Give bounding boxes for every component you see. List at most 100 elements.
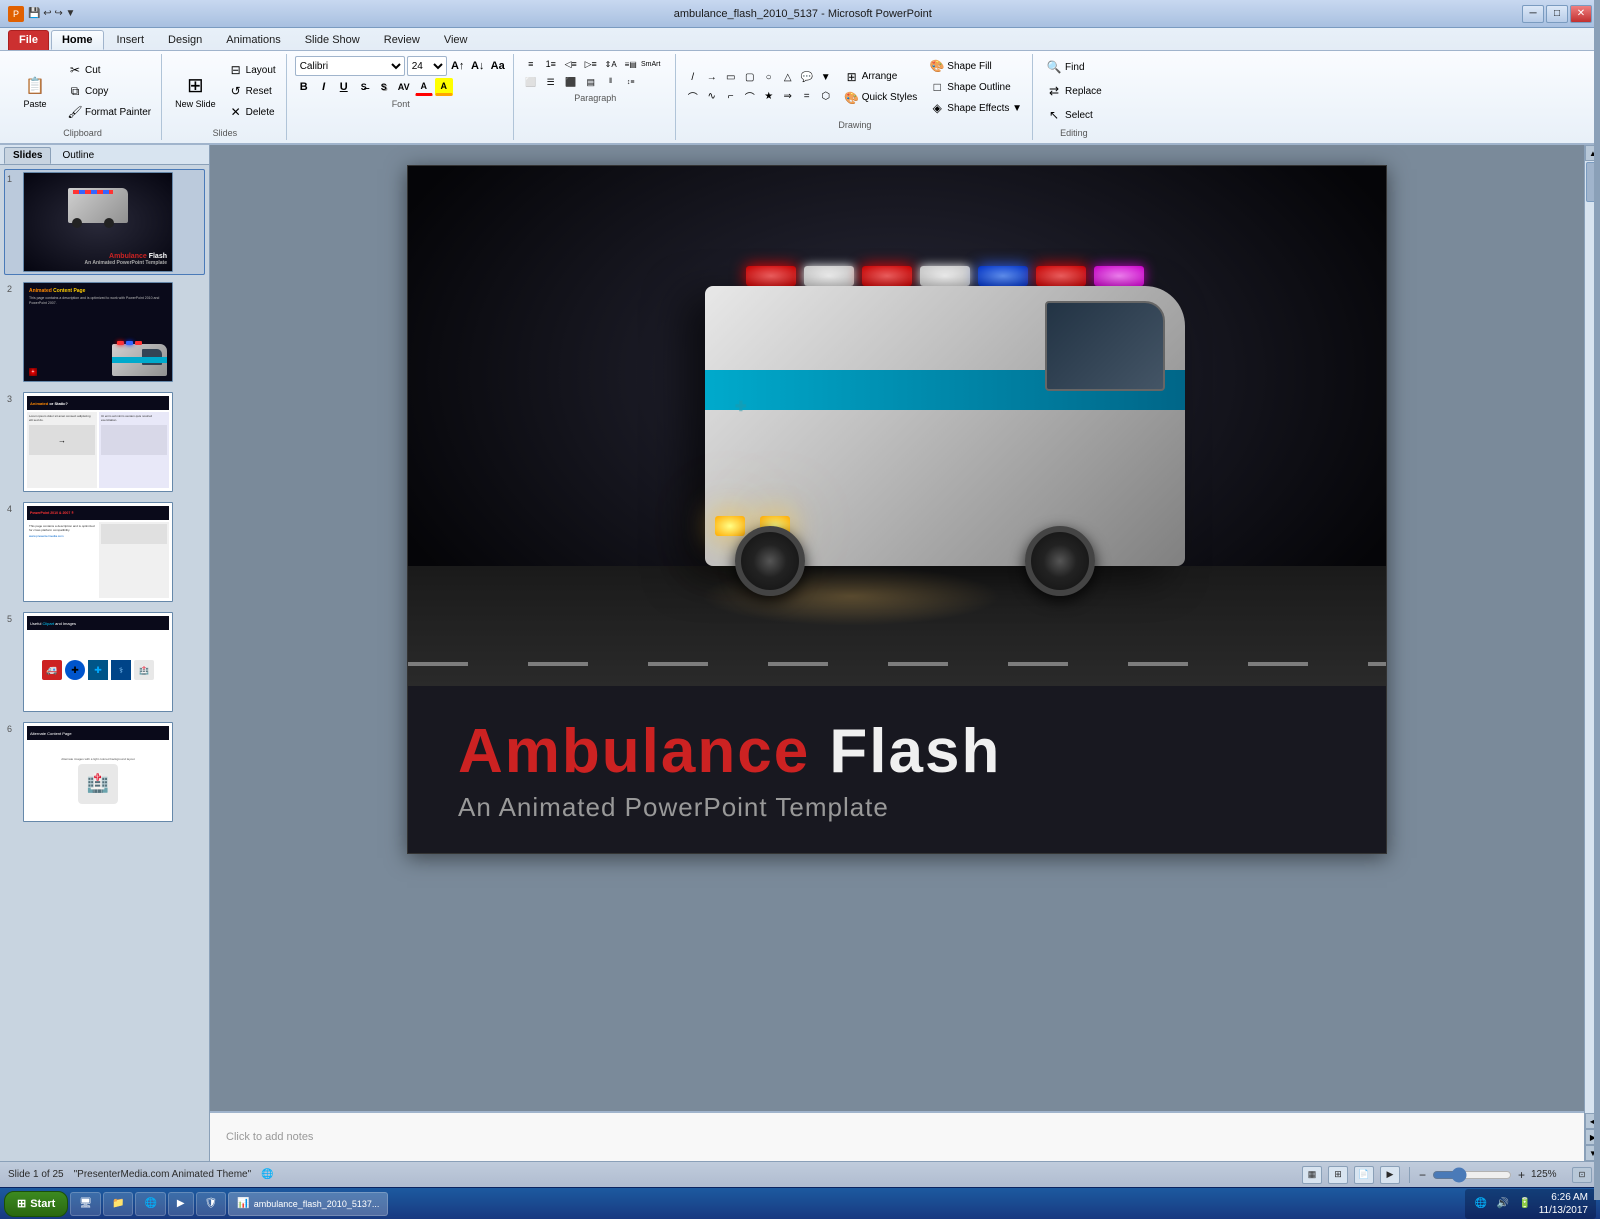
- notes-area[interactable]: Click to add notes: [210, 1111, 1584, 1161]
- layout-button[interactable]: ⊟ Layout: [224, 60, 280, 80]
- justify-button[interactable]: ▤: [582, 74, 600, 90]
- tab-outline[interactable]: Outline: [53, 147, 103, 164]
- align-left-button[interactable]: ⬜: [522, 74, 540, 90]
- tab-review[interactable]: Review: [373, 30, 431, 50]
- text-direction-button[interactable]: ⇕A: [602, 56, 620, 72]
- quick-styles-button[interactable]: 🎨 Quick Styles: [840, 88, 922, 108]
- select-button[interactable]: ↖ Select: [1041, 104, 1107, 126]
- taskbar-explorer[interactable]: 📁: [103, 1192, 133, 1216]
- zoom-slider[interactable]: [1432, 1168, 1512, 1182]
- font-size-select[interactable]: 24: [407, 56, 447, 76]
- tab-animations[interactable]: Animations: [215, 30, 291, 50]
- start-button[interactable]: ⊞ Start: [4, 1191, 68, 1217]
- smartart-button[interactable]: SmArt: [642, 56, 660, 72]
- tab-home[interactable]: Home: [51, 30, 104, 50]
- block-arrow[interactable]: ⇒: [779, 88, 797, 106]
- slide-item-5[interactable]: 5 Useful Clipart and Images 🚑 ✚ ✚ ⚕ 🏥: [4, 609, 205, 715]
- line-shape[interactable]: /: [684, 69, 702, 87]
- align-center-button[interactable]: ☰: [542, 74, 560, 90]
- star-shape[interactable]: ★: [760, 88, 778, 106]
- slide-item-3[interactable]: 3 Animated or Static? Lorem ipsum dolor …: [4, 389, 205, 495]
- more-shapes[interactable]: ▼: [817, 69, 835, 87]
- taskbar-powerpoint[interactable]: 📊 ambulance_flash_2010_5137...: [228, 1192, 388, 1216]
- thumb6-header: Alternate Content Page: [27, 726, 169, 740]
- arrange-button[interactable]: ⊞ Arrange: [840, 67, 922, 87]
- shape-fill-button[interactable]: 🎨 Shape Fill: [925, 56, 1026, 76]
- taskbar-security[interactable]: 🛡: [196, 1192, 227, 1216]
- replace-button[interactable]: ⇄ Replace: [1041, 80, 1107, 102]
- copy-button[interactable]: ⧉ Copy: [63, 81, 155, 101]
- view-sorter-button[interactable]: ⊞: [1328, 1166, 1348, 1184]
- view-slideshow-button[interactable]: ▶: [1380, 1166, 1400, 1184]
- slide-thumb-4: PowerPoint 2010 & 2007 ® This page conta…: [23, 502, 173, 602]
- taskbar-show-desktop[interactable]: 🖥: [70, 1192, 101, 1216]
- tab-slideshow[interactable]: Slide Show: [294, 30, 371, 50]
- highlight-button[interactable]: A: [435, 78, 453, 96]
- light-white-2: [920, 266, 970, 286]
- connector-shape[interactable]: ⌐: [722, 88, 740, 106]
- taskbar-mediaplayer[interactable]: ▶: [168, 1192, 194, 1216]
- underline-button[interactable]: U: [335, 78, 353, 96]
- font-name-select[interactable]: Calibri: [295, 56, 405, 76]
- rect-shape[interactable]: ▭: [722, 69, 740, 87]
- tab-design[interactable]: Design: [157, 30, 213, 50]
- slide-item-1[interactable]: 1 Ambulance Flash An Animated PowerPoint…: [4, 169, 205, 275]
- shape-effects-button[interactable]: ◈ Shape Effects ▼: [925, 98, 1026, 118]
- curve-shape[interactable]: ∿: [703, 88, 721, 106]
- maximize-button[interactable]: □: [1546, 5, 1568, 23]
- view-normal-button[interactable]: ▦: [1302, 1166, 1322, 1184]
- line-spacing-button[interactable]: ↕≡: [622, 74, 640, 90]
- shape-outline-button[interactable]: □ Shape Outline: [925, 77, 1026, 97]
- taskbar-chrome[interactable]: 🌐: [135, 1192, 165, 1216]
- slides-buttons: ⊞ New Slide ⊟ Layout ↺ Reset ✕ Delete: [170, 56, 280, 126]
- format-painter-button[interactable]: 🖌 Format Painter: [63, 102, 155, 122]
- tab-insert[interactable]: Insert: [106, 30, 156, 50]
- paragraph-row-2: ⬜ ☰ ⬛ ▤ ⫴ ↕≡: [522, 74, 669, 90]
- slide-item-2[interactable]: 2 Animated Content Page This page contai…: [4, 279, 205, 385]
- paste-button[interactable]: 📋 Paste: [10, 71, 60, 112]
- increase-indent-button[interactable]: ▷≡: [582, 56, 600, 72]
- bold-button[interactable]: B: [295, 78, 313, 96]
- char-spacing-button[interactable]: AV: [395, 78, 413, 96]
- qat-save[interactable]: 💾 ↩ ↪ ▼: [28, 8, 75, 19]
- view-reading-button[interactable]: 📄: [1354, 1166, 1374, 1184]
- decrease-indent-button[interactable]: ◁≡: [562, 56, 580, 72]
- bullets-button[interactable]: ≡: [522, 56, 540, 72]
- slide-item-4[interactable]: 4 PowerPoint 2010 & 2007 ® This page con…: [4, 499, 205, 605]
- tab-view[interactable]: View: [433, 30, 479, 50]
- arrow-shape[interactable]: →: [703, 69, 721, 87]
- bend-connector[interactable]: ⌒: [741, 88, 759, 106]
- align-text-button[interactable]: ≡▤: [622, 56, 640, 72]
- italic-button[interactable]: I: [315, 78, 333, 96]
- font-color-button[interactable]: A: [415, 78, 433, 96]
- delete-button[interactable]: ✕ Delete: [224, 102, 280, 122]
- strikethrough-button[interactable]: S̶: [355, 78, 373, 96]
- decrease-font-button[interactable]: A↓: [469, 57, 487, 75]
- col-button[interactable]: ⫴: [602, 74, 620, 90]
- zoom-plus-button[interactable]: +: [1518, 1168, 1525, 1182]
- oval-shape[interactable]: ○: [760, 69, 778, 87]
- triangle-shape[interactable]: △: [779, 69, 797, 87]
- clear-format-button[interactable]: Aa: [489, 57, 507, 75]
- tab-slides[interactable]: Slides: [4, 147, 51, 164]
- reset-button[interactable]: ↺ Reset: [224, 81, 280, 101]
- zoom-minus-button[interactable]: −: [1419, 1168, 1426, 1182]
- canvas-container[interactable]: ✚: [210, 145, 1584, 1111]
- new-slide-button[interactable]: ⊞ New Slide: [170, 71, 221, 112]
- slide-item-6[interactable]: 6 Alternate Content Page Alternate image…: [4, 719, 205, 825]
- increase-font-button[interactable]: A↑: [449, 57, 467, 75]
- freeform-shape[interactable]: ⌒: [684, 88, 702, 106]
- fit-window-button[interactable]: ⊡: [1572, 1167, 1592, 1183]
- flowchart-shape[interactable]: ⬡: [817, 88, 835, 106]
- shadow-button[interactable]: S: [375, 78, 393, 96]
- find-button[interactable]: 🔍 Find: [1041, 56, 1107, 78]
- align-right-button[interactable]: ⬛: [562, 74, 580, 90]
- minimize-button[interactable]: ─: [1522, 5, 1544, 23]
- close-button[interactable]: ✕: [1570, 5, 1592, 23]
- callout-shape[interactable]: 💬: [798, 69, 816, 87]
- tab-file[interactable]: File: [8, 30, 49, 50]
- cut-button[interactable]: ✂ Cut: [63, 60, 155, 80]
- round-rect-shape[interactable]: ▢: [741, 69, 759, 87]
- equation-shape[interactable]: =: [798, 88, 816, 106]
- numbering-button[interactable]: 1≡: [542, 56, 560, 72]
